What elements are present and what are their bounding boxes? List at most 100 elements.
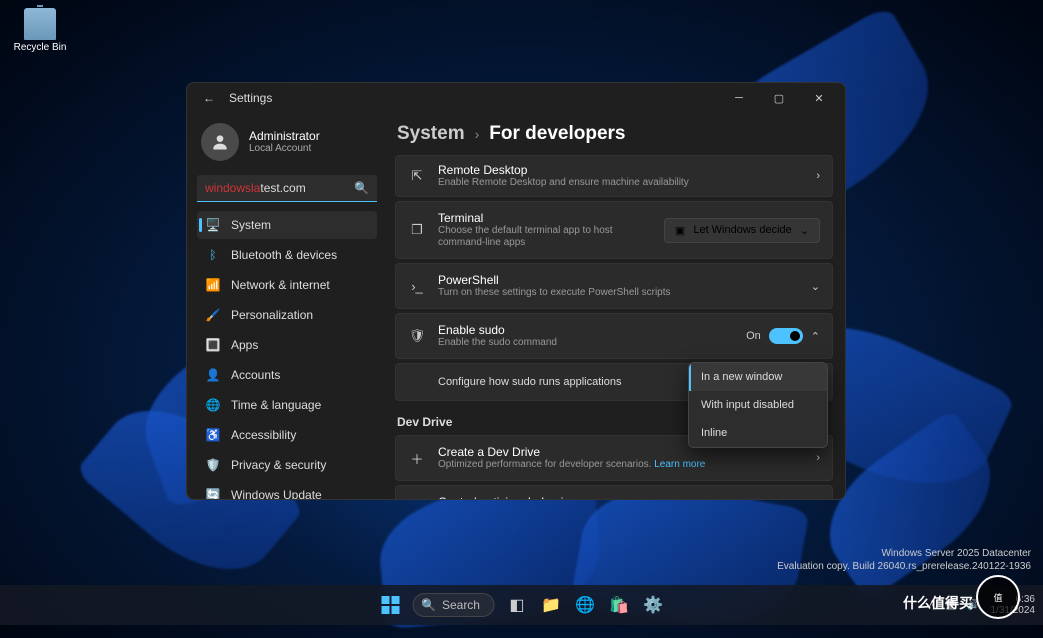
search-input[interactable] (197, 175, 377, 202)
shield-icon: 🛡️ (205, 457, 221, 473)
dropdown-item[interactable]: With input disabled (689, 391, 827, 419)
dropdown-item[interactable]: In a new window (689, 363, 827, 391)
brand-watermark-text: 什么值得买 (903, 593, 973, 613)
taskbar-app-settings[interactable]: ⚙️ (637, 589, 669, 621)
titlebar: ← Settings ─ ▢ ✕ (187, 83, 845, 113)
accessibility-icon: ♿ (205, 427, 221, 443)
config-label: Configure how sudo runs applications (438, 376, 621, 388)
card-title: Terminal (438, 211, 652, 225)
sidebar-item-label: Privacy & security (231, 458, 326, 472)
plus-icon: ＋ (408, 449, 426, 468)
breadcrumb-leaf: For developers (489, 123, 625, 145)
sidebar-item-accessibility[interactable]: ♿ Accessibility (197, 421, 377, 449)
card-title: PowerShell (438, 273, 799, 287)
sidebar-item-privacy[interactable]: 🛡️ Privacy & security (197, 451, 377, 479)
taskbar-search[interactable]: 🔍 Search (412, 593, 495, 617)
back-button[interactable]: ← (197, 91, 221, 105)
card-terminal[interactable]: ❐ Terminal Choose the default terminal a… (395, 201, 833, 259)
card-powershell[interactable]: ›_ PowerShell Turn on these settings to … (395, 263, 833, 309)
chevron-right-icon: › (816, 452, 820, 464)
sidebar-item-label: System (231, 218, 271, 232)
card-remote-desktop[interactable]: ⇱ Remote Desktop Enable Remote Desktop a… (395, 155, 833, 197)
chevron-right-icon: › (475, 126, 480, 142)
avatar (201, 123, 239, 161)
taskbar-app-edge[interactable]: 🌐 (569, 589, 601, 621)
profile-name: Administrator (249, 129, 320, 143)
window-title: Settings (229, 91, 719, 105)
search-box[interactable]: windowslatest.com 🔍 (197, 175, 377, 202)
card-title: Enable sudo (438, 323, 734, 337)
sidebar-item-personalization[interactable]: 🖌️ Personalization (197, 301, 377, 329)
profile[interactable]: Administrator Local Account (197, 119, 377, 171)
profile-sub: Local Account (249, 143, 320, 155)
person-icon: 👤 (205, 367, 221, 383)
learn-more-link[interactable]: Learn more (654, 459, 705, 470)
card-title: Control antivirus behavior (438, 495, 799, 499)
bluetooth-icon: ᛒ (205, 247, 221, 263)
dropdown-icon: ▣ (675, 224, 685, 237)
toggle-label: On (746, 330, 761, 342)
profile-text: Administrator Local Account (249, 129, 320, 155)
sudo-toggle[interactable] (769, 328, 803, 344)
card-desc: Turn on these settings to execute PowerS… (438, 287, 799, 299)
chevron-up-icon: ⌃ (811, 330, 820, 343)
sidebar-item-accounts[interactable]: 👤 Accounts (197, 361, 377, 389)
breadcrumb: System › For developers (397, 123, 833, 145)
sidebar-item-label: Windows Update (231, 488, 322, 499)
sidebar-item-label: Personalization (231, 308, 313, 322)
update-icon: 🔄 (205, 487, 221, 499)
card-desc: Optimized performance for developer scen… (438, 459, 804, 471)
sidebar-item-system[interactable]: 🖥️ System (197, 211, 377, 239)
search-placeholder: Search (442, 598, 480, 612)
display-icon: 🖥️ (205, 217, 221, 233)
sidebar-item-apps[interactable]: 🔳 Apps (197, 331, 377, 359)
sudo-config-row[interactable]: Configure how sudo runs applications In … (395, 363, 833, 401)
sidebar-item-label: Accounts (231, 368, 280, 382)
sidebar-item-label: Bluetooth & devices (231, 248, 337, 262)
sidebar-item-label: Apps (231, 338, 258, 352)
taskbar-app-explorer[interactable]: 📁 (535, 589, 567, 621)
start-button[interactable] (374, 589, 406, 621)
clock-icon: 🌐 (205, 397, 221, 413)
sidebar-item-update[interactable]: 🔄 Windows Update (197, 481, 377, 499)
desktop-icon-recycle-bin[interactable]: Recycle Bin (8, 8, 72, 53)
close-button[interactable]: ✕ (799, 84, 839, 112)
apps-icon: 🔳 (205, 337, 221, 353)
remote-icon: ⇱ (408, 168, 426, 184)
brush-icon: 🖌️ (205, 307, 221, 323)
sidebar-item-network[interactable]: 📶Network & internet (197, 271, 377, 299)
sidebar-item-label: Time & language (231, 398, 321, 412)
search-icon: 🔍 (354, 181, 369, 195)
card-desc: Enable Remote Desktop and ensure machine… (438, 177, 804, 189)
sidebar-item-label: Accessibility (231, 428, 296, 442)
card-antivirus[interactable]: 🛡 Control antivirus behavior Control Mic… (395, 485, 833, 499)
chevron-right-icon: › (816, 170, 820, 182)
card-enable-sudo[interactable]: 🛡 Enable sudo Enable the sudo command On… (395, 313, 833, 359)
shield-icon: 🛡 (408, 328, 426, 344)
minimize-button[interactable]: ─ (719, 84, 759, 112)
sidebar-item-label: Network & internet (231, 278, 330, 292)
content: System › For developers ⇱ Remote Desktop… (387, 113, 845, 499)
terminal-dropdown[interactable]: ▣ Let Windows decide ⌄ (664, 218, 820, 243)
sidebar: Administrator Local Account windowslates… (187, 113, 387, 499)
sidebar-item-bluetooth[interactable]: ᛒ Bluetooth & devices (197, 241, 377, 269)
card-title: Remote Desktop (438, 163, 804, 177)
sudo-mode-dropdown: In a new window With input disabled Inli… (688, 362, 828, 448)
evaluation-watermark: Windows Server 2025 Datacenter Evaluatio… (777, 547, 1031, 573)
search-icon: 🔍 (421, 598, 436, 612)
breadcrumb-root[interactable]: System (397, 123, 465, 145)
dropdown-value: Let Windows decide (693, 224, 791, 236)
terminal-icon: ❐ (408, 222, 426, 238)
taskbar-app-store[interactable]: 🛍️ (603, 589, 635, 621)
powershell-icon: ›_ (408, 279, 426, 294)
recycle-bin-icon (24, 8, 56, 40)
settings-window: ← Settings ─ ▢ ✕ Administrator Local Acc… (186, 82, 846, 500)
sidebar-item-time[interactable]: 🌐 Time & language (197, 391, 377, 419)
task-view-button[interactable]: ◧ (501, 589, 533, 621)
recycle-bin-label: Recycle Bin (8, 42, 72, 53)
brand-watermark-badge: 值 (976, 575, 1020, 619)
dropdown-item[interactable]: Inline (689, 419, 827, 447)
taskbar: 🔍 Search ◧ 📁 🌐 🛍️ ⚙️ ˄ 🖥 🔊 6:36 1/31/202… (0, 585, 1043, 625)
maximize-button[interactable]: ▢ (759, 84, 799, 112)
card-desc: Enable the sudo command (438, 337, 734, 349)
